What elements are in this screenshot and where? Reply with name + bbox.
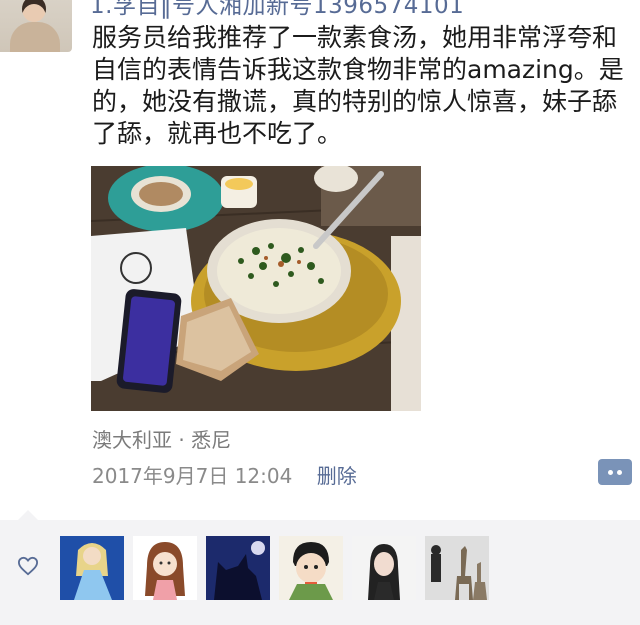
comment-dots-icon[interactable] — [598, 459, 632, 485]
author-avatar[interactable] — [0, 0, 72, 52]
likes-panel — [0, 510, 640, 625]
liker-avatar-4[interactable] — [279, 536, 343, 600]
soup-photo-illustration — [91, 166, 421, 411]
post-timestamp: 2017年9月7日 12:04 — [92, 464, 293, 488]
dot — [617, 469, 622, 475]
post-text: 服务员给我推荐了一款素食汤，她用非常浮夸和自信的表情告诉我这款食物非常的amaz… — [92, 23, 624, 148]
liker-drawn-girl — [133, 536, 197, 600]
liker-cartoon-boy — [279, 536, 343, 600]
post-photo[interactable] — [91, 166, 421, 411]
post-location[interactable]: 澳大利亚 · 悉尼 — [92, 424, 231, 453]
liker-anime-princess — [60, 536, 124, 600]
liker-giraffes — [425, 536, 489, 600]
liker-avatar-5[interactable] — [352, 536, 416, 600]
author-name[interactable]: 1.孚自‖号人湘加新号1396574101 — [90, 0, 464, 20]
liker-avatar-3[interactable] — [206, 536, 270, 600]
liker-girl-photo — [352, 536, 416, 600]
liker-avatar-6[interactable] — [425, 536, 489, 600]
heart-icon — [17, 556, 39, 576]
delete-button[interactable]: 删除 — [317, 464, 357, 488]
liker-avatar-1[interactable] — [60, 536, 124, 600]
avatar-body — [10, 22, 60, 52]
post-meta: 2017年9月7日 12:04 删除 — [92, 460, 357, 489]
liker-cat-silhouette — [206, 536, 270, 600]
liker-avatar-2[interactable] — [133, 536, 197, 600]
dot — [608, 469, 613, 475]
avatar-head — [22, 0, 46, 22]
